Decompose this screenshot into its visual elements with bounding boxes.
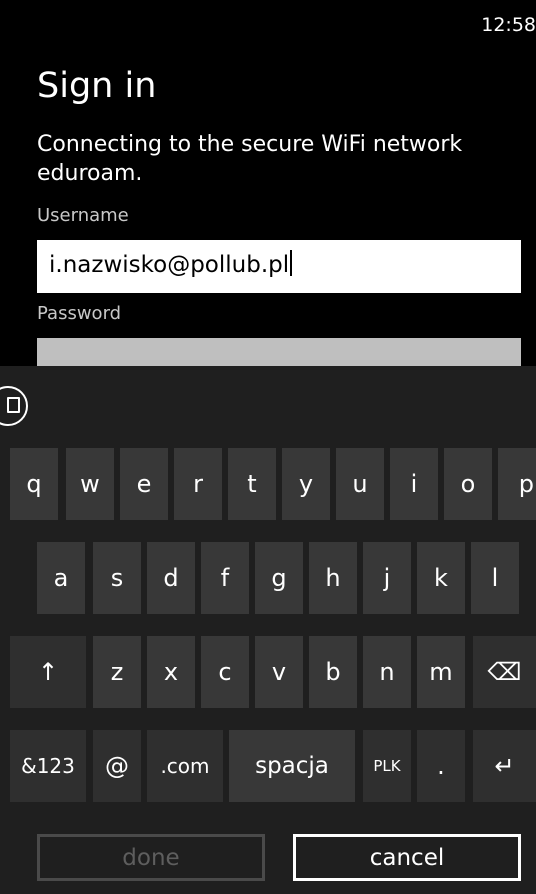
key-a[interactable]: a [37, 542, 85, 614]
done-button[interactable]: done [37, 834, 265, 881]
key-y[interactable]: y [282, 448, 330, 520]
symbols-key[interactable]: &123 [10, 730, 86, 802]
key-v[interactable]: v [255, 636, 303, 708]
status-bar: 12:58 [0, 0, 536, 40]
key-x[interactable]: x [147, 636, 195, 708]
key-j[interactable]: j [363, 542, 411, 614]
key-t[interactable]: t [228, 448, 276, 520]
key-r[interactable]: r [174, 448, 222, 520]
username-field[interactable]: i.nazwisko@pollub.pl [37, 240, 521, 293]
backspace-icon: ⌫ [487, 658, 522, 686]
clock: 12:58 [481, 14, 536, 36]
username-label: Username [37, 205, 129, 226]
key-z[interactable]: z [93, 636, 141, 708]
enter-key[interactable]: ↵ [473, 730, 536, 802]
backspace-key[interactable]: ⌫ [473, 636, 536, 708]
key-m[interactable]: m [417, 636, 465, 708]
key-o[interactable]: o [444, 448, 492, 520]
key-s[interactable]: s [93, 542, 141, 614]
shift-key[interactable]: ↑ [10, 636, 86, 708]
dotcom-key[interactable]: .com [147, 730, 223, 802]
password-label: Password [37, 303, 122, 324]
suggestion-bar [0, 366, 536, 438]
key-w[interactable]: w [66, 448, 114, 520]
key-q[interactable]: q [10, 448, 58, 520]
key-n[interactable]: n [363, 636, 411, 708]
period-key[interactable]: . [417, 730, 465, 802]
cancel-button[interactable]: cancel [293, 834, 521, 881]
password-field[interactable] [37, 338, 521, 366]
key-i[interactable]: i [390, 448, 438, 520]
at-key[interactable]: @ [93, 730, 141, 802]
key-b[interactable]: b [309, 636, 357, 708]
shift-icon: ↑ [37, 658, 59, 686]
key-k[interactable]: k [417, 542, 465, 614]
key-u[interactable]: u [336, 448, 384, 520]
key-c[interactable]: c [201, 636, 249, 708]
language-key[interactable]: PLK [363, 730, 411, 802]
key-l[interactable]: l [471, 542, 519, 614]
enter-icon: ↵ [494, 752, 515, 780]
key-f[interactable]: f [201, 542, 249, 614]
key-h[interactable]: h [309, 542, 357, 614]
key-d[interactable]: d [147, 542, 195, 614]
input-options-icon[interactable] [0, 386, 28, 426]
username-value: i.nazwisko@pollub.pl [49, 252, 290, 278]
page-title: Sign in [37, 66, 157, 106]
space-key[interactable]: spacja [229, 730, 355, 802]
connection-description: Connecting to the secure WiFi network ed… [37, 132, 463, 186]
key-g[interactable]: g [255, 542, 303, 614]
on-screen-keyboard: q w e r t y u i o p a s d f g h j k l ↑ … [0, 366, 536, 894]
key-p[interactable]: p [498, 448, 536, 520]
key-e[interactable]: e [120, 448, 168, 520]
text-caret [290, 250, 293, 276]
